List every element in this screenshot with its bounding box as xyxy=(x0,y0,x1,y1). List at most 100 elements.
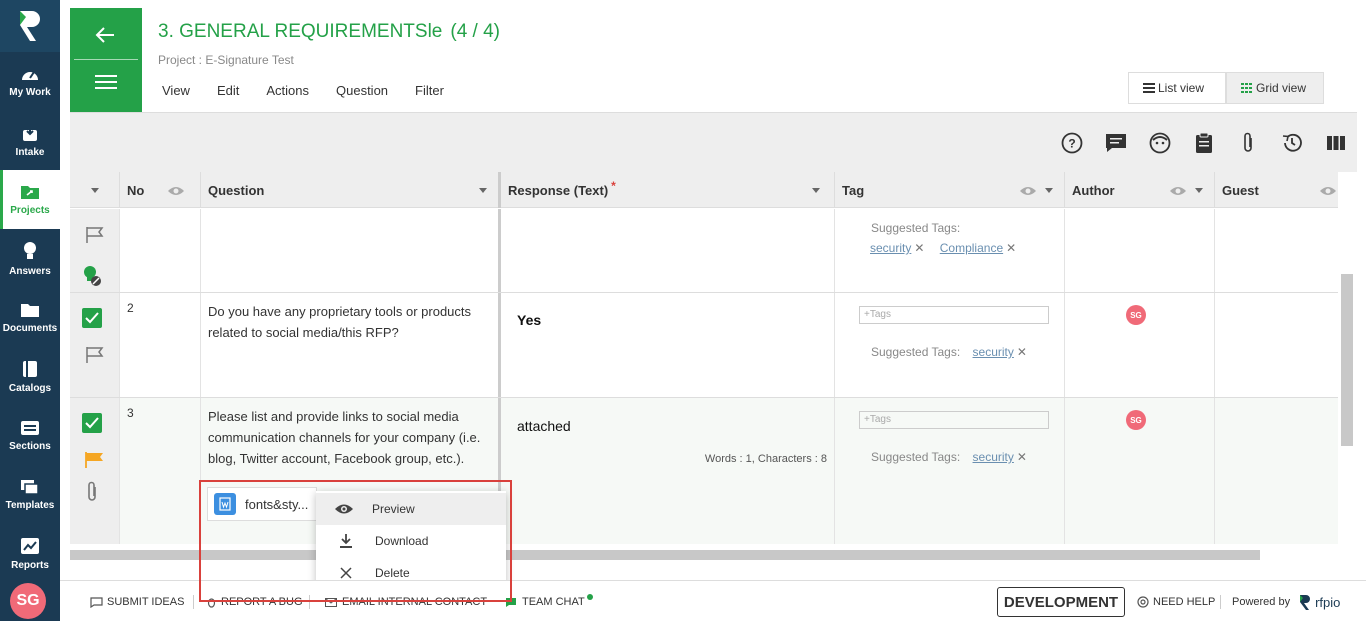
nav-intake[interactable]: Intake xyxy=(0,111,60,170)
folder-icon xyxy=(21,303,39,317)
suggested-tags-label: Suggested Tags: xyxy=(871,345,961,359)
list-view-button[interactable]: List view xyxy=(1128,72,1226,104)
row-controls xyxy=(70,398,120,544)
guest-cell xyxy=(1215,398,1338,544)
menu-filter[interactable]: Filter xyxy=(415,83,444,98)
author-avatar[interactable]: SG xyxy=(1126,410,1146,430)
suggested-tags: Suggested Tags: security ✕ xyxy=(871,450,1027,464)
no-cell: 2 xyxy=(120,293,201,397)
help-button[interactable]: ? xyxy=(1060,131,1084,155)
nav-label: Intake xyxy=(15,146,45,158)
history-button[interactable] xyxy=(1280,131,1304,155)
grid-view-button[interactable]: Grid view xyxy=(1226,72,1324,104)
eye-icon[interactable] xyxy=(167,185,185,197)
question-cell[interactable]: Do you have any proprietary tools or pro… xyxy=(201,293,501,397)
footer-divider xyxy=(193,595,194,609)
suggested-tag[interactable]: Compliance xyxy=(940,241,1003,255)
columns-button[interactable] xyxy=(1324,131,1348,155)
team-chat-link[interactable]: TEAM CHAT xyxy=(505,594,593,608)
suggested-tag[interactable]: security xyxy=(973,345,1014,359)
eye-icon[interactable] xyxy=(1169,185,1187,197)
hamburger-menu-button[interactable] xyxy=(95,74,117,95)
suggested-tags: Suggested Tags: security ✕ xyxy=(871,345,1027,359)
page-title: 3. GENERAL REQUIREMENTSle (4 / 4) xyxy=(158,21,500,43)
column-header-question[interactable]: Question xyxy=(201,172,501,208)
column-label: Tag xyxy=(842,182,865,198)
remove-tag-icon[interactable]: ✕ xyxy=(1006,241,1016,255)
nav-catalogs[interactable]: Catalogs xyxy=(0,347,60,406)
column-label: Author xyxy=(1072,182,1115,198)
nav-projects[interactable]: Projects xyxy=(0,170,60,229)
chevron-down-icon xyxy=(479,188,487,193)
flag-outline-icon[interactable] xyxy=(85,346,105,364)
remove-tag-icon[interactable]: ✕ xyxy=(1017,345,1027,359)
remove-tag-icon[interactable]: ✕ xyxy=(914,241,924,255)
app-logo[interactable] xyxy=(0,0,60,52)
nav-label: Catalogs xyxy=(8,382,52,394)
submit-ideas-link[interactable]: SUBMIT IDEAS xyxy=(90,596,184,608)
feedback-icon xyxy=(90,596,103,608)
lifebuoy-icon xyxy=(1137,596,1149,608)
eye-icon[interactable] xyxy=(1019,185,1037,197)
templates-icon xyxy=(21,479,39,495)
flag-outline-icon[interactable] xyxy=(85,226,105,244)
face-icon xyxy=(1149,132,1171,154)
response-cell[interactable] xyxy=(501,209,835,292)
author-avatar[interactable]: SG xyxy=(1126,305,1146,325)
no-cell: 3 xyxy=(120,398,201,544)
svg-text:?: ? xyxy=(1068,137,1075,151)
footer-link-label: TEAM CHAT xyxy=(522,596,585,608)
question-cell[interactable] xyxy=(201,209,501,292)
online-status-dot xyxy=(586,594,593,600)
column-header-tag[interactable]: Tag xyxy=(835,172,1065,208)
menu-edit[interactable]: Edit xyxy=(217,83,239,98)
assignee-button[interactable] xyxy=(1148,131,1172,155)
lightbulb-blocked-icon[interactable] xyxy=(82,265,104,287)
remove-tag-icon[interactable]: ✕ xyxy=(1017,450,1027,464)
comments-button[interactable] xyxy=(1104,131,1128,155)
need-help-link[interactable]: NEED HELP xyxy=(1137,596,1215,608)
inbox-download-icon xyxy=(23,124,37,141)
clipboard-button[interactable] xyxy=(1192,131,1216,155)
row-checkbox[interactable] xyxy=(82,413,102,433)
suggested-tag[interactable]: security xyxy=(973,450,1014,464)
attachment-icon[interactable] xyxy=(85,481,99,503)
chevron-down-icon xyxy=(1195,188,1203,193)
select-column-header[interactable] xyxy=(70,172,120,208)
suggested-tags-label: Suggested Tags: xyxy=(871,450,961,464)
column-label: Response (Text) xyxy=(508,182,609,198)
tags-input[interactable]: +Tags xyxy=(859,411,1049,429)
row-checkbox[interactable] xyxy=(82,308,102,328)
column-header-author[interactable]: Author xyxy=(1065,172,1215,208)
required-marker: * xyxy=(611,179,616,193)
eye-icon[interactable] xyxy=(1319,185,1337,197)
back-button[interactable] xyxy=(94,26,116,49)
footer-link-label: NEED HELP xyxy=(1153,596,1216,608)
response-text: attached xyxy=(517,418,571,434)
flag-filled-icon[interactable] xyxy=(84,451,106,469)
column-header-no[interactable]: No xyxy=(120,172,201,208)
menu-view[interactable]: View xyxy=(162,83,190,98)
column-header-guest[interactable]: Guest xyxy=(1215,172,1338,208)
checkmark-icon xyxy=(85,417,99,429)
column-label: Guest xyxy=(1222,182,1259,198)
tags-input[interactable]: +Tags xyxy=(859,306,1049,324)
suggested-tag[interactable]: security xyxy=(870,241,911,255)
grid-header: No Question Response (Text) * Tag Author … xyxy=(70,172,1338,208)
nav-templates[interactable]: Templates xyxy=(0,465,60,524)
nav-my-work[interactable]: My Work xyxy=(0,52,60,111)
nav-sections[interactable]: Sections xyxy=(0,406,60,465)
menu-actions[interactable]: Actions xyxy=(266,83,309,98)
nav-answers[interactable]: Answers xyxy=(0,229,60,288)
nav-reports[interactable]: Reports xyxy=(0,524,60,583)
nav-label: Reports xyxy=(11,559,49,571)
column-header-response[interactable]: Response (Text) * xyxy=(501,172,835,208)
user-avatar[interactable]: SG xyxy=(10,583,46,619)
response-cell[interactable]: Yes xyxy=(501,293,835,397)
reports-chart-icon xyxy=(21,537,39,554)
attachments-button[interactable] xyxy=(1236,131,1260,155)
response-cell[interactable]: attached Words : 1, Characters : 8 xyxy=(501,398,835,544)
nav-documents[interactable]: Documents xyxy=(0,288,60,347)
vertical-scrollbar[interactable] xyxy=(1341,274,1353,446)
menu-question[interactable]: Question xyxy=(336,83,388,98)
